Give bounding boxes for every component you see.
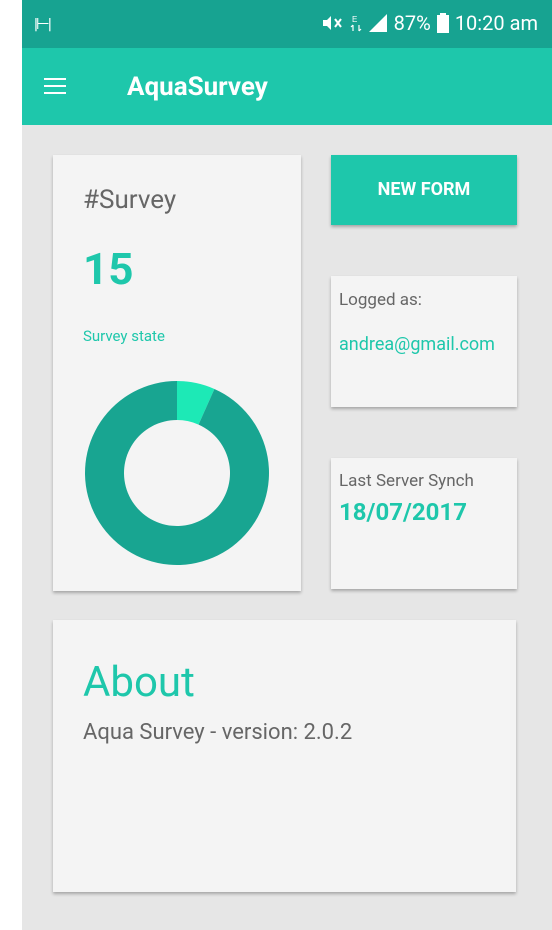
about-version: Aqua Survey - version: 2.0.2 — [83, 720, 353, 745]
hamburger-menu-icon[interactable] — [44, 78, 66, 94]
survey-card: #Survey 15 Survey state — [53, 155, 301, 591]
phone-screen: |⊢| E 87% 10:20 am AquaSurvey #Survey 15… — [22, 0, 552, 930]
mute-icon — [322, 16, 342, 30]
about-card: About Aqua Survey - version: 2.0.2 — [53, 620, 516, 892]
logged-card: Logged as: andrea@gmail.com — [331, 276, 517, 407]
synch-date: 18/07/2017 — [339, 498, 467, 526]
app-title: AquaSurvey — [127, 72, 268, 102]
synch-card: Last Server Synch 18/07/2017 — [331, 458, 517, 589]
vibrate-icon: |⊢| — [34, 14, 52, 33]
status-bar: |⊢| E 87% 10:20 am — [22, 0, 552, 48]
about-title: About — [83, 658, 195, 707]
clock: 10:20 am — [454, 11, 538, 35]
svg-text:E: E — [352, 15, 357, 24]
battery-icon — [436, 13, 449, 33]
logged-label: Logged as: — [339, 290, 422, 310]
donut-slice-1 — [85, 381, 269, 565]
survey-label: #Survey — [83, 185, 177, 215]
synch-label: Last Server Synch — [339, 471, 474, 491]
logged-email: andrea@gmail.com — [339, 334, 495, 355]
network-type-icon: E — [350, 15, 362, 32]
survey-count: 15 — [83, 243, 134, 295]
signal-icon — [368, 14, 387, 32]
app-bar: AquaSurvey — [22, 48, 552, 125]
new-form-button[interactable]: NEW FORM — [331, 155, 517, 225]
survey-state-label: Survey state — [83, 327, 165, 345]
status-icons: E 87% 10:20 am — [316, 11, 538, 35]
battery-percent: 87% — [393, 11, 431, 35]
survey-state-donut-chart — [85, 381, 269, 565]
